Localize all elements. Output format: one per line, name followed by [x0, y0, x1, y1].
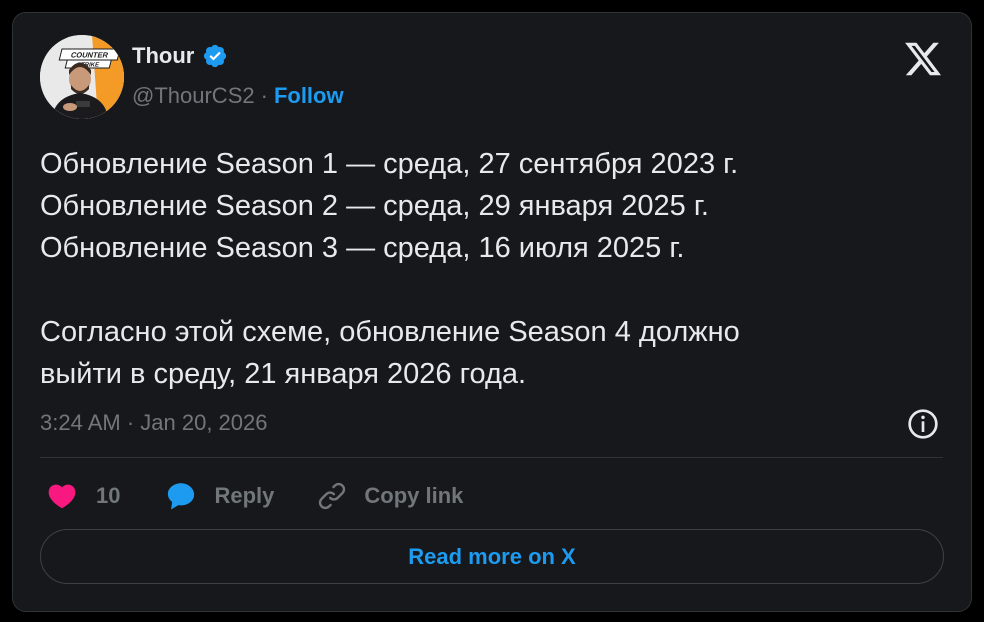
tweet-text: Обновление Season 1 — среда, 27 сентября… [40, 143, 940, 395]
author-handle[interactable]: @ThourCS2 [132, 83, 255, 109]
author-name[interactable]: Thour [132, 43, 194, 69]
tweet-line: выйти в среду, 21 января 2026 года. [40, 358, 527, 390]
link-icon [319, 482, 346, 510]
reply-label: Reply [214, 483, 275, 508]
copy-link-label: Copy link [364, 483, 464, 508]
verified-badge-icon [204, 44, 227, 68]
tweet-timestamp[interactable]: 3:24 AM · Jan 20, 2026 [40, 410, 268, 436]
author-name-row: Thour [132, 43, 228, 69]
info-icon[interactable] [907, 408, 939, 440]
separator-dot: · [260, 83, 268, 108]
avatar-badge-line1: COUNTER [70, 51, 110, 60]
avatar-image: COUNTER STRIKE [40, 35, 124, 119]
heart-icon [48, 484, 76, 509]
tweet-card: COUNTER STRIKE Thour @ThourCS2 · Follow … [12, 12, 972, 612]
divider [40, 457, 943, 458]
tweet-line: Обновление Season 2 — среда, 29 января 2… [40, 190, 709, 222]
like-button[interactable]: 10 [46, 480, 120, 512]
tweet-line: Согласно этой схеме, обновление Season 4… [40, 316, 740, 348]
read-more-button[interactable]: Read more on X [40, 529, 944, 584]
reply-bubble-icon [168, 483, 195, 510]
tweet-line [40, 269, 940, 311]
author-handle-row: @ThourCS2 · Follow [132, 83, 344, 109]
tweet-line: Обновление Season 3 — среда, 16 июля 202… [40, 232, 685, 264]
x-logo-icon[interactable] [903, 39, 943, 79]
copy-link-button[interactable]: Copy link [316, 480, 463, 512]
like-count: 10 [96, 483, 121, 508]
action-bar: 10 Reply Copy link [46, 479, 463, 513]
follow-button[interactable]: Follow [274, 83, 344, 109]
tweet-line: Обновление Season 1 — среда, 27 сентября… [40, 148, 739, 180]
avatar[interactable]: COUNTER STRIKE [40, 35, 124, 119]
reply-button[interactable]: Reply [164, 479, 274, 513]
